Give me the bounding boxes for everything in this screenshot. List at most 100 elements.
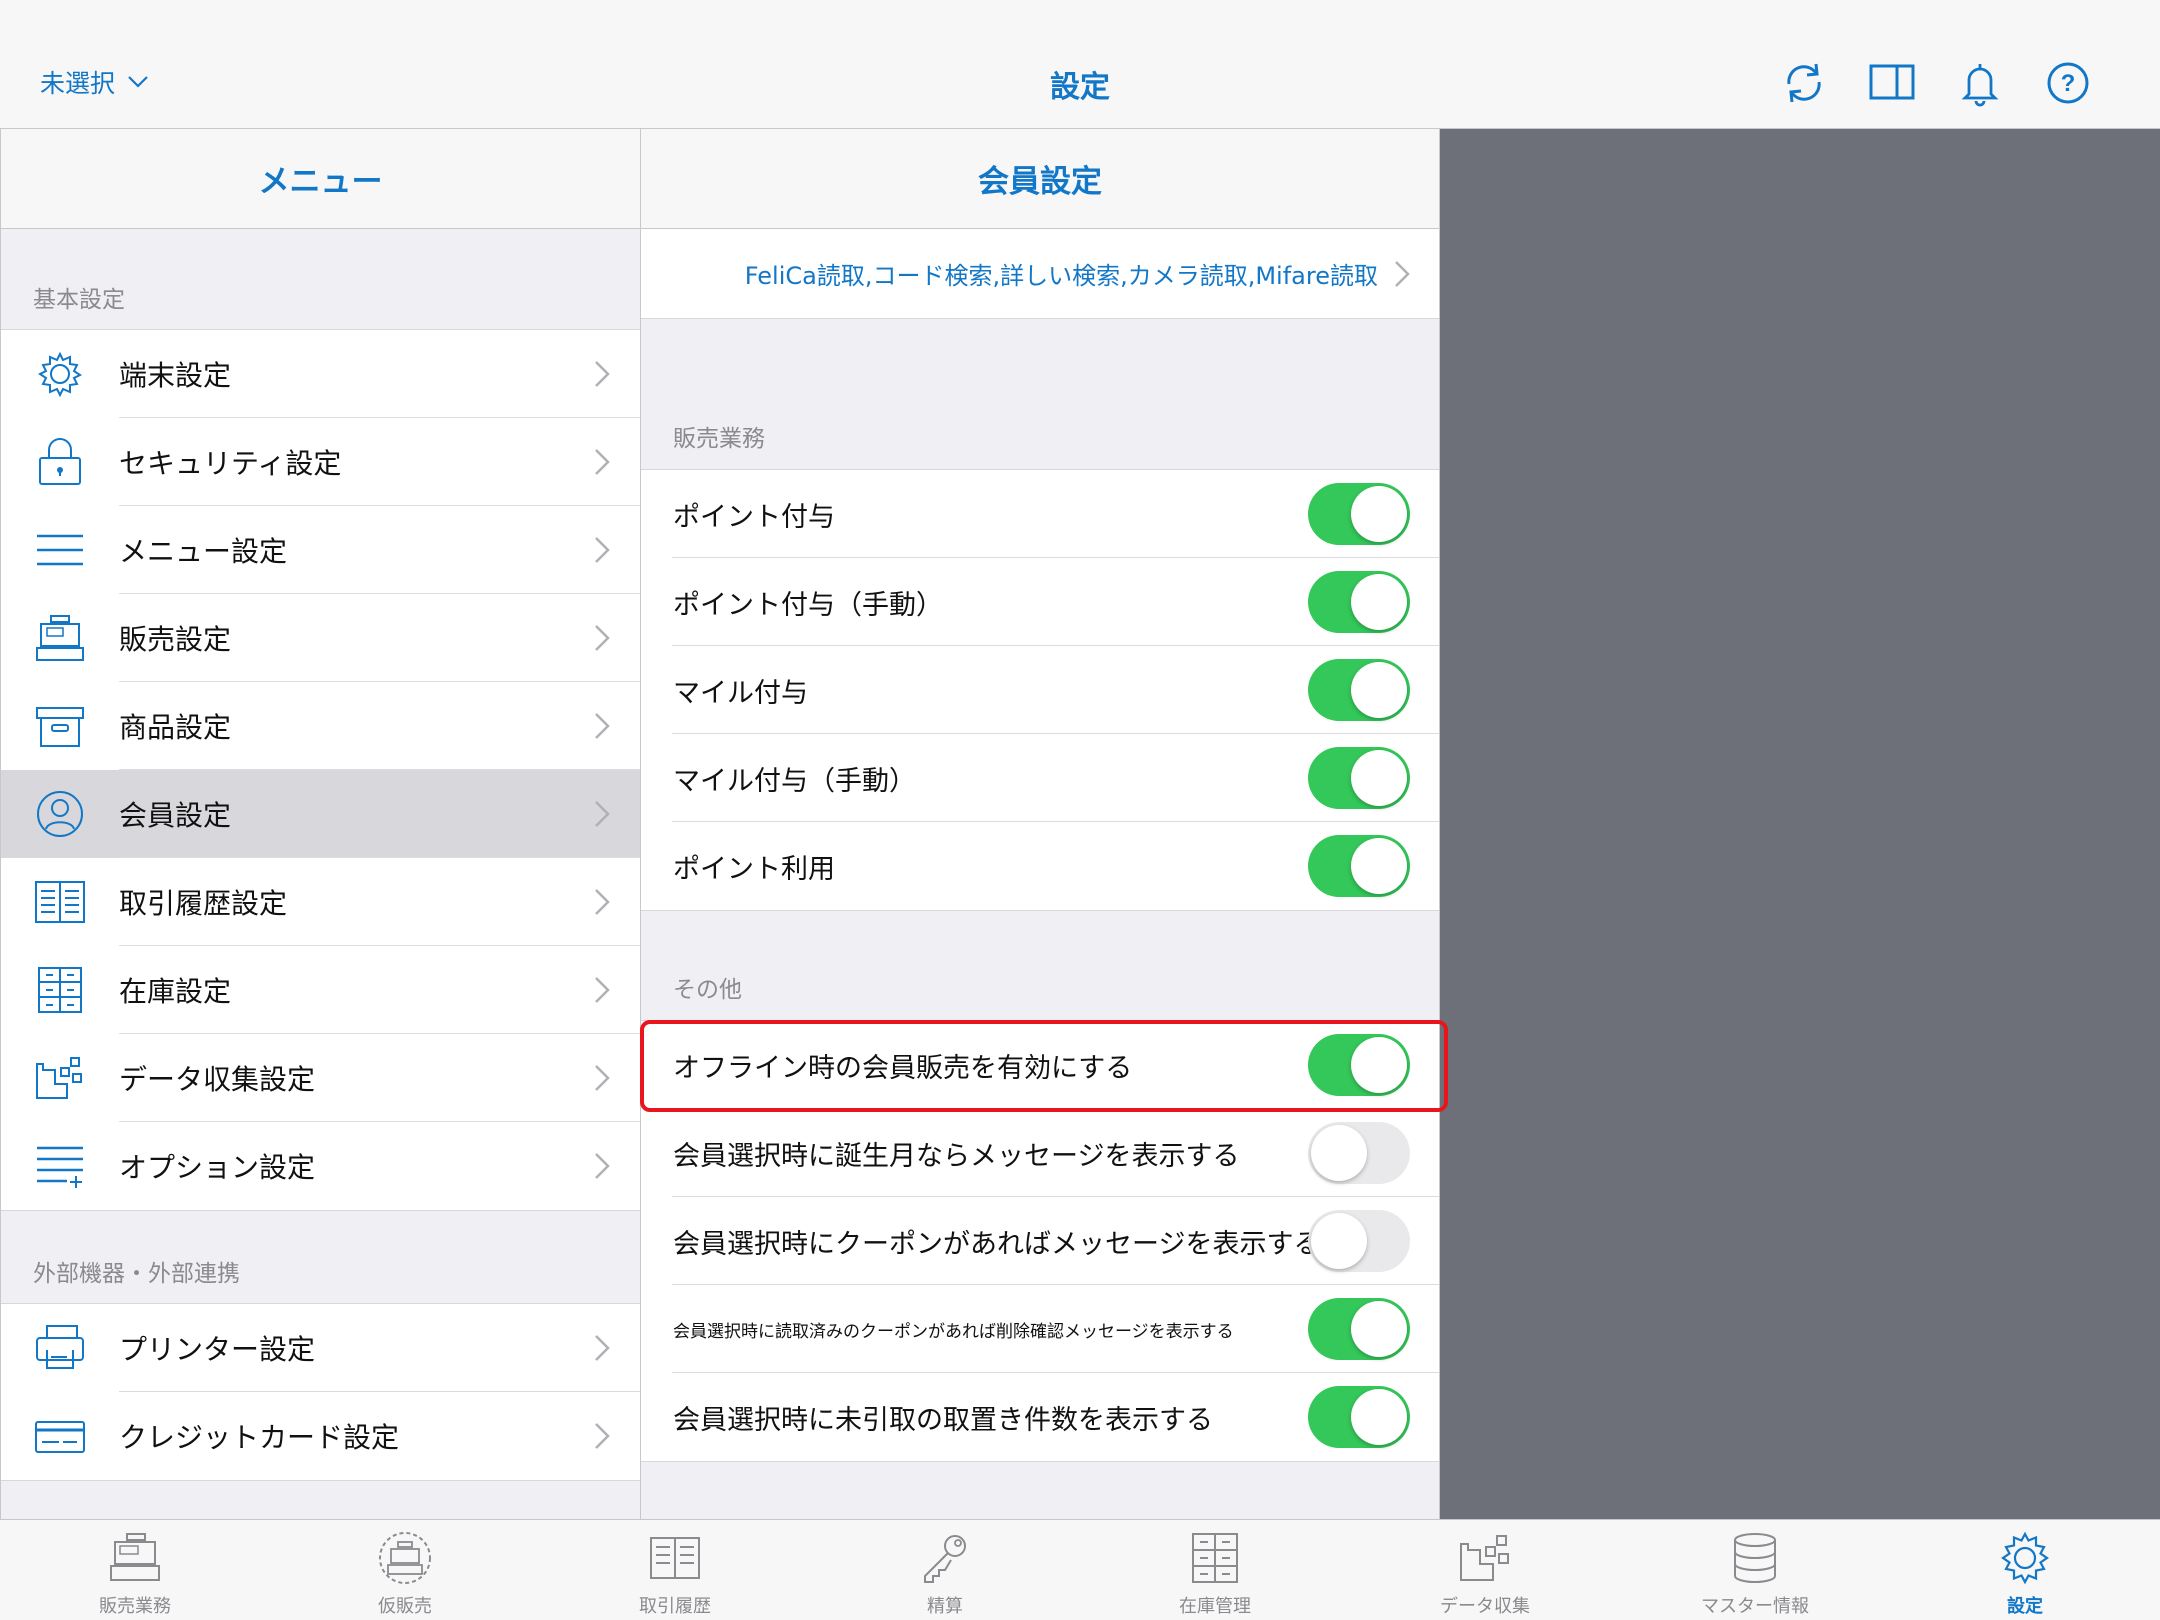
setting-row: 会員選択時に未引取の取置き件数を表示する [641,1373,1439,1461]
toggle-knob [1351,1389,1407,1445]
menu-pane: メニュー 基本設定 端末設定 セキュリティ設定 メニュー設定 販売設定 商品設定… [0,129,641,1519]
chevron-right-icon [595,625,610,651]
tab-sales[interactable]: 販売業務 [0,1520,270,1620]
chevron-right-icon [595,1423,610,1449]
key-icon [924,1535,966,1583]
toggle-knob [1351,574,1407,630]
menu-item-sales[interactable]: 販売設定 [1,594,640,682]
toggle-switch[interactable] [1308,1122,1410,1184]
tab-label: 仮販売 [378,1596,432,1617]
setting-label: 会員選択時にクーポンがあればメッセージを表示する [673,1228,1321,1260]
menu-item-data-collection[interactable]: データ収集設定 [1,1034,640,1122]
setting-label: オフライン時の会員販売を有効にする [673,1052,1133,1084]
database-icon [1734,1533,1776,1583]
menu-item-options[interactable]: オプション設定 [1,1122,640,1210]
refresh-icon[interactable] [1779,58,1829,108]
toggle-switch[interactable] [1308,483,1410,545]
tab-history[interactable]: 取引履歴 [540,1520,810,1620]
tab-inventory[interactable]: 在庫管理 [1080,1520,1350,1620]
member-settings-pane: 会員設定 FeliCa読取,コード検索,詳しい検索,カメラ読取,Mifare読取… [641,129,1440,1519]
menu-item-label: 商品設定 [119,711,232,744]
tab-settings[interactable]: 設定 [1890,1520,2160,1620]
menu-item-product[interactable]: 商品設定 [1,682,640,770]
chevron-right-icon [595,361,610,387]
menu-item-menu[interactable]: メニュー設定 [1,506,640,594]
bell-icon[interactable] [1955,58,2005,108]
setting-row: マイル付与（手動） [641,734,1439,822]
printer-icon [36,1325,84,1369]
member-settings-title: 会員設定 [641,129,1439,229]
menu-item-printer[interactable]: プリンター設定 [1,1304,640,1392]
option-list-icon [37,1146,83,1188]
setting-label: ポイント付与 [673,501,835,533]
data-collect-icon [1460,1535,1509,1581]
chevron-right-icon [595,801,610,827]
external-settings-list: プリンター設定 クレジットカード設定 [1,1303,640,1481]
help-icon[interactable]: ? [2043,58,2093,108]
menu-item-terminal[interactable]: 端末設定 [1,330,640,418]
detail-pane [1440,129,2160,1519]
svg-text:?: ? [2061,70,2076,97]
tab-data-collection[interactable]: データ収集 [1350,1520,1620,1620]
other-settings-list: オフライン時の会員販売を有効にする 会員選択時に誕生月ならメッセージを表示する … [641,1020,1439,1462]
split-view-icon[interactable] [1867,58,1917,108]
tab-label: マスター情報 [1701,1596,1809,1617]
tab-label: データ収集 [1440,1596,1530,1617]
tab-master-info[interactable]: マスター情報 [1620,1520,1890,1620]
lock-icon [39,438,81,485]
chevron-right-icon [595,713,610,739]
menu-item-label: セキュリティ設定 [119,447,342,480]
chevron-right-icon [595,1335,610,1361]
toggle-switch[interactable] [1308,1386,1410,1448]
sales-settings-list: ポイント付与 ポイント付与（手動） マイル付与 マイル付与（手動） ポイント利用 [641,469,1439,911]
credit-card-icon [35,1421,85,1453]
tab-label: 設定 [2007,1596,2043,1617]
tab-label: 精算 [927,1596,963,1617]
menu-pane-title: メニュー [1,129,640,229]
setting-label: 会員選択時に誕生月ならメッセージを表示する [673,1140,1240,1172]
cabinet-icon [38,967,82,1013]
toggle-switch[interactable] [1308,747,1410,809]
toggle-knob [1351,838,1407,894]
toggle-switch[interactable] [1308,1298,1410,1360]
toggle-knob [1351,486,1407,542]
toggle-switch[interactable] [1308,571,1410,633]
menu-item-security[interactable]: セキュリティ設定 [1,418,640,506]
setting-label: 会員選択時に読取済みのクーポンがあれば削除確認メッセージを表示する [673,1321,1234,1342]
tab-label: 販売業務 [99,1596,171,1617]
menu-item-label: 端末設定 [119,359,232,392]
chevron-right-icon [1395,261,1410,287]
tab-label: 取引履歴 [639,1596,711,1617]
menu-lines-icon [37,534,83,566]
tab-temp-sale[interactable]: 仮販売 [270,1520,540,1620]
member-search-methods-row[interactable]: FeliCa読取,コード検索,詳しい検索,カメラ読取,Mifare読取 [641,229,1439,319]
tab-bar: 販売業務 仮販売 取引履歴 精算 在庫管理 データ収集 マスター情報 設定 [0,1519,2160,1620]
menu-item-credit-card[interactable]: クレジットカード設定 [1,1392,640,1480]
setting-row: 会員選択時に読取済みのクーポンがあれば削除確認メッセージを表示する [641,1285,1439,1373]
setting-label: マイル付与 [673,677,808,709]
person-icon [37,791,83,837]
toggle-knob [1311,1125,1367,1181]
temp-sale-icon [379,1532,431,1584]
page-title: 設定 [1050,70,1110,105]
chevron-right-icon [595,977,610,1003]
setting-row-offline-member-sales: オフライン時の会員販売を有効にする [641,1021,1439,1109]
basic-settings-list: 端末設定 セキュリティ設定 メニュー設定 販売設定 商品設定 会員設定 取引履歴… [1,329,640,1211]
chevron-right-icon [595,537,610,563]
toggle-switch[interactable] [1308,1034,1410,1096]
menu-item-label: プリンター設定 [119,1333,316,1366]
setting-row: 会員選択時に誕生月ならメッセージを表示する [641,1109,1439,1197]
tab-label: 在庫管理 [1179,1596,1251,1617]
menu-item-member[interactable]: 会員設定 [1,770,640,858]
toggle-switch[interactable] [1308,659,1410,721]
toggle-knob [1351,1037,1407,1093]
book-icon [35,881,85,923]
chevron-right-icon [595,1153,610,1179]
tab-settlement[interactable]: 精算 [810,1520,1080,1620]
register-icon [110,1533,160,1581]
toggle-switch[interactable] [1308,1210,1410,1272]
toggle-switch[interactable] [1308,835,1410,897]
menu-item-inventory[interactable]: 在庫設定 [1,946,640,1034]
menu-item-history[interactable]: 取引履歴設定 [1,858,640,946]
menu-item-label: オプション設定 [119,1151,316,1184]
